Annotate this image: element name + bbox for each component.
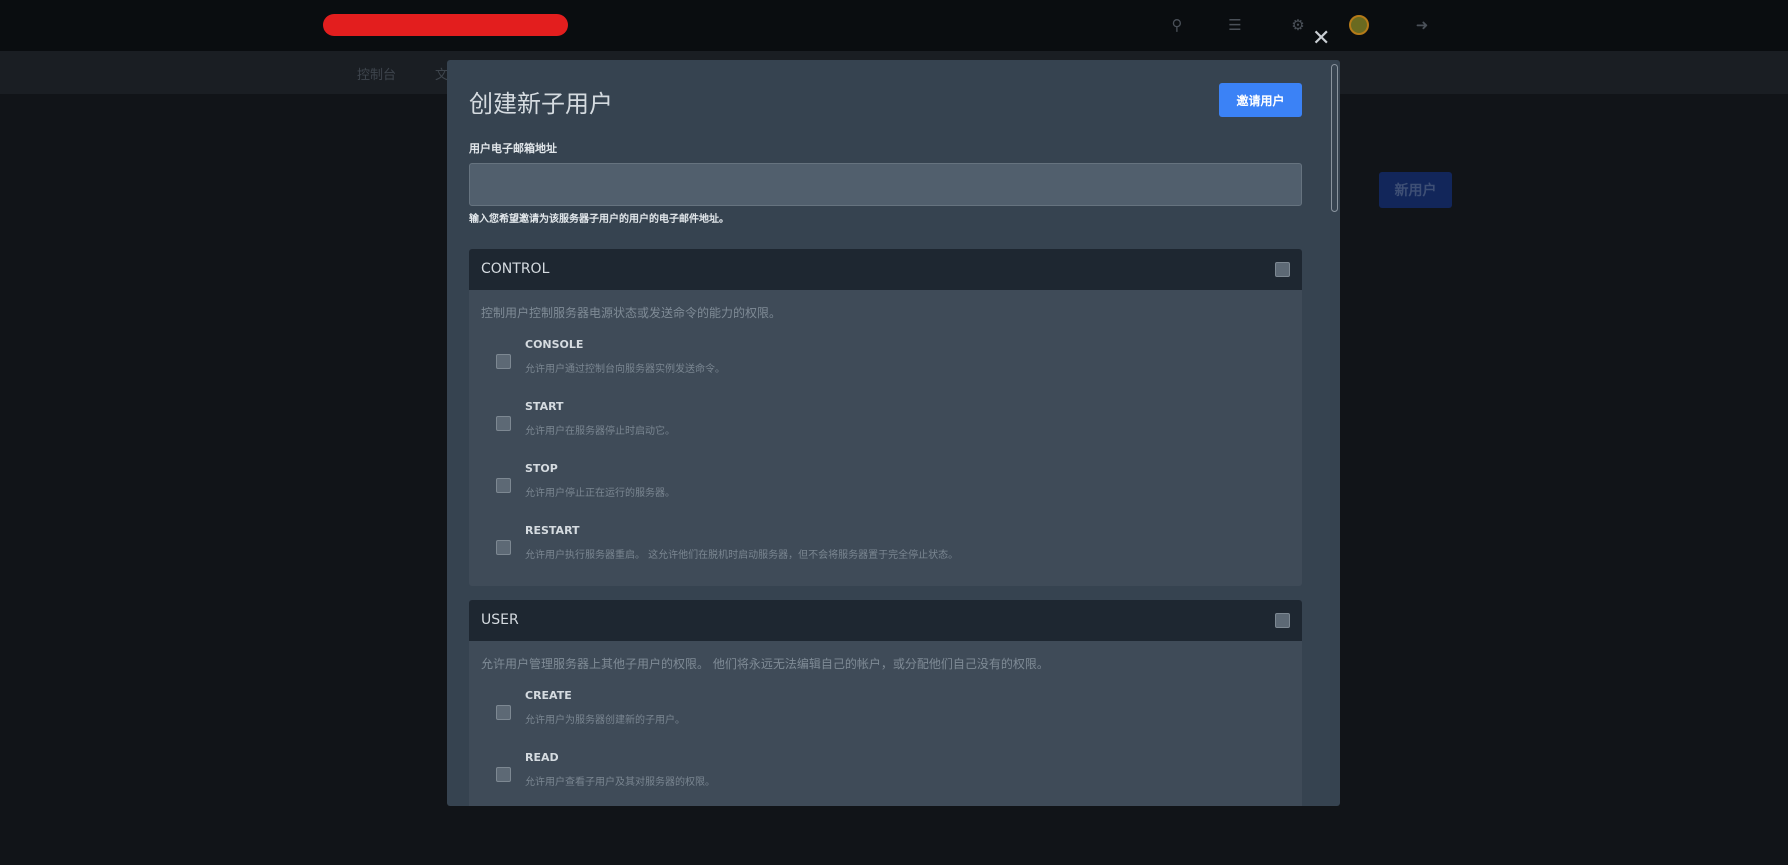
permission-item: START 允许用户在服务器停止时启动它。 [469, 400, 1302, 462]
permission-checkbox[interactable] [496, 767, 511, 782]
permission-item: CREATE 允许用户为服务器创建新的子用户。 [469, 689, 1302, 751]
avatar[interactable] [1349, 15, 1369, 35]
email-help-text: 输入您希望邀请为该服务器子用户的用户的电子邮件地址。 [469, 214, 729, 225]
permission-checkbox[interactable] [496, 354, 511, 369]
sign-out-icon[interactable]: ➜ [1411, 14, 1433, 36]
new-user-button[interactable]: 新用户 [1379, 172, 1452, 208]
nav-console[interactable]: 控制台 [357, 64, 396, 83]
permission-checkbox[interactable] [496, 705, 511, 720]
permission-description: 允许用户在服务器停止时启动它。 [525, 426, 675, 437]
permission-title: CONSOLE [525, 338, 584, 351]
select-all-checkbox[interactable] [1275, 613, 1290, 628]
permission-checkbox[interactable] [496, 540, 511, 555]
permission-title: CREATE [525, 689, 572, 702]
search-icon[interactable]: ⚲ [1166, 14, 1188, 36]
email-input[interactable] [469, 163, 1302, 206]
scrollbar[interactable] [1331, 64, 1338, 212]
panel-control: CONTROL 控制用户控制服务器电源状态或发送命令的能力的权限。 CONSOL… [469, 249, 1302, 586]
panel-description: 控制用户控制服务器电源状态或发送命令的能力的权限。 [481, 306, 782, 320]
permission-item: STOP 允许用户停止正在运行的服务器。 [469, 462, 1302, 524]
modal-title: 创建新子用户 [469, 90, 613, 118]
permission-title: STOP [525, 462, 558, 475]
permission-item: CONSOLE 允许用户通过控制台向服务器实例发送命令。 [469, 338, 1302, 400]
invite-user-button[interactable]: 邀请用户 [1219, 83, 1302, 117]
email-label: 用户电子邮箱地址 [469, 142, 557, 155]
permission-checkbox[interactable] [496, 416, 511, 431]
permission-description: 允许用户为服务器创建新的子用户。 [525, 715, 685, 726]
close-icon[interactable]: ✕ [1312, 28, 1330, 50]
permission-title: READ [525, 751, 559, 764]
permission-title: RESTART [525, 524, 580, 537]
permission-description: 允许用户执行服务器重启。 这允许他们在脱机时启动服务器，但不会将服务器置于完全停… [525, 550, 959, 561]
create-subuser-modal: 创建新子用户 邀请用户 用户电子邮箱地址 输入您希望邀请为该服务器子用户的用户的… [447, 60, 1340, 806]
permission-item: RESTART 允许用户执行服务器重启。 这允许他们在脱机时启动服务器，但不会将服… [469, 524, 1302, 586]
permission-description: 允许用户通过控制台向服务器实例发送命令。 [525, 364, 725, 375]
panel-user: USER 允许用户管理服务器上其他子用户的权限。 他们将永远无法编辑自己的帐户，… [469, 600, 1302, 806]
panel-title: CONTROL [481, 261, 550, 277]
logo-redacted [323, 14, 568, 36]
layers-icon[interactable]: ☰ [1224, 14, 1246, 36]
permission-description: 允许用户停止正在运行的服务器。 [525, 488, 675, 499]
panel-title: USER [481, 612, 519, 628]
permission-item: READ 允许用户查看子用户及其对服务器的权限。 [469, 751, 1302, 806]
select-all-checkbox[interactable] [1275, 262, 1290, 277]
top-navbar [0, 0, 1788, 51]
permission-checkbox[interactable] [496, 478, 511, 493]
permission-description: 允许用户查看子用户及其对服务器的权限。 [525, 777, 715, 788]
panel-description: 允许用户管理服务器上其他子用户的权限。 他们将永远无法编辑自己的帐户，或分配他们… [481, 657, 1049, 671]
permission-title: START [525, 400, 564, 413]
cogs-icon[interactable]: ⚙ [1287, 14, 1309, 36]
